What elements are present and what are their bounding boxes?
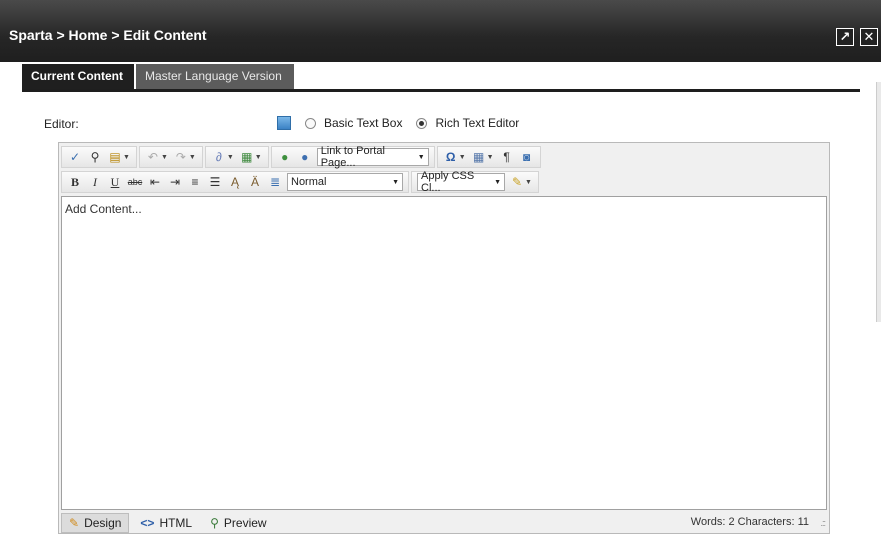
chevron-down-icon[interactable]: ▼ [227,154,234,161]
paragraph-format-select[interactable]: Normal ▼ [287,173,403,191]
toolbar-row-1: ✓ ⚲ ▤ ▼ ↶ ▼ ↷ ▼ ∂ ▼ ▦ ▼ ● ● Link to Port… [61,145,543,169]
toolbar-group-css: Apply CSS Cl... ▼ ✎ ▼ [411,170,539,194]
toolbar-group-symbols: Ω ▼ ▦ ▼ ¶ ◙ [436,146,541,168]
toolbar-group-clipboard: ✓ ⚲ ▤ ▼ [61,146,137,168]
outdent-icon[interactable]: ⇤ [146,173,164,191]
format-painter-icon[interactable]: ✎ [508,173,526,191]
page-title: Sparta > Home > Edit Content [9,27,207,43]
chevron-down-icon[interactable]: ▼ [459,154,466,161]
toolbar-group-formatting: B I U abc ⇤ ⇥ ≡ ☰ Ą Ä ≣ Normal ▼ [61,171,409,193]
undo-icon[interactable]: ↶ [144,148,162,166]
chevron-down-icon: ▼ [417,153,425,161]
hyperlink-icon[interactable]: ∂ [210,148,228,166]
strikethrough-icon[interactable]: abc [126,173,144,191]
maximize-icon[interactable]: ↗ [836,28,854,46]
magnifier-icon: ⚲ [210,516,219,530]
editor-label: Editor: [44,117,79,131]
italic-icon[interactable]: I [86,173,104,191]
editor-mode-bar: ✎ Design <> HTML ⚲ Preview Words: 2 Char… [61,513,827,533]
find-icon[interactable]: ⚲ [86,148,104,166]
bullet-list-icon[interactable]: ☰ [206,173,224,191]
indent-icon[interactable]: ⇥ [166,173,184,191]
rich-text-editor-label[interactable]: Rich Text Editor [435,116,519,130]
bold-icon[interactable]: B [66,173,84,191]
editor-mode-selector: Basic Text Box Rich Text Editor [277,115,533,131]
paragraph-icon[interactable]: ¶ [498,148,516,166]
html-mode-button[interactable]: <> HTML [133,513,199,533]
scrollbar[interactable] [876,82,881,322]
apply-css-class-select[interactable]: Apply CSS Cl... ▼ [417,170,505,194]
chevron-down-icon[interactable]: ▼ [487,154,494,161]
design-mode-button[interactable]: ✎ Design [61,513,130,533]
close-icon[interactable]: ✕ [860,28,878,46]
tab-master-language-version[interactable]: Master Language Version [136,64,294,89]
chevron-down-icon: ▼ [494,178,501,186]
redo-icon[interactable]: ↷ [172,148,190,166]
chevron-down-icon[interactable]: ▼ [255,154,262,161]
css-select-value: Apply CSS Cl... [421,170,475,194]
spellcheck-icon[interactable]: ✓ [66,148,84,166]
chevron-down-icon: ▼ [392,178,399,186]
chevron-down-icon[interactable]: ▼ [189,154,196,161]
toolbar-group-history: ↶ ▼ ↷ ▼ [138,146,203,168]
format-stripper-icon[interactable]: Ą [226,173,244,191]
chevron-down-icon[interactable]: ▼ [123,154,130,161]
rich-text-editor-radio[interactable] [416,117,428,129]
html-mode-label: HTML [159,516,193,530]
preview-mode-button[interactable]: ⚲ Preview [203,513,273,533]
chevron-down-icon[interactable]: ▼ [161,154,168,161]
content-tabs: Current Content Master Language Version [22,64,860,92]
clear-format-icon[interactable]: Ä [246,173,264,191]
window-titlebar: Sparta > Home > Edit Content ↗ ✕ [0,0,881,62]
preview-mode-label: Preview [223,516,267,530]
code-icon: <> [140,516,155,530]
help-icon[interactable] [277,116,291,130]
underline-icon[interactable]: U [106,173,124,191]
basic-text-box-radio[interactable] [305,117,316,129]
pencil-icon: ✎ [69,516,80,530]
unlink-icon[interactable]: ● [296,148,314,166]
rich-text-editor: ✓ ⚲ ▤ ▼ ↶ ▼ ↷ ▼ ∂ ▼ ▦ ▼ ● ● Link to Port… [58,142,830,534]
content-editor-area[interactable]: Add Content... [61,196,827,510]
resize-grip-icon[interactable]: .:: [820,518,825,528]
align-icon[interactable]: ≣ [266,173,284,191]
toolbar-group-links: ● ● Link to Portal Page... ▼ [270,145,435,169]
numbered-list-icon[interactable]: ≡ [186,173,204,191]
link-icon[interactable]: ● [276,148,294,166]
link-select-value: Link to Portal Page... [320,145,385,169]
design-mode-label: Design [84,516,122,530]
format-select-value: Normal [291,176,327,188]
word-character-count: Words: 2 Characters: 11 [690,516,809,528]
module-icon[interactable]: ◙ [518,148,536,166]
special-character-icon[interactable]: Ω [442,148,460,166]
toolbar-row-2: B I U abc ⇤ ⇥ ≡ ☰ Ą Ä ≣ Normal ▼ Apply C… [61,170,541,194]
table-icon[interactable]: ▦ [470,148,488,166]
paste-icon[interactable]: ▤ [106,148,124,166]
link-to-portal-page-select[interactable]: Link to Portal Page... ▼ [316,145,429,169]
basic-text-box-label[interactable]: Basic Text Box [324,116,402,130]
toolbar-group-insert: ∂ ▼ ▦ ▼ [204,146,269,168]
image-icon[interactable]: ▦ [238,148,256,166]
chevron-down-icon[interactable]: ▼ [525,179,532,186]
tab-current-content[interactable]: Current Content [22,64,134,89]
content-placeholder: Add Content... [65,202,142,216]
